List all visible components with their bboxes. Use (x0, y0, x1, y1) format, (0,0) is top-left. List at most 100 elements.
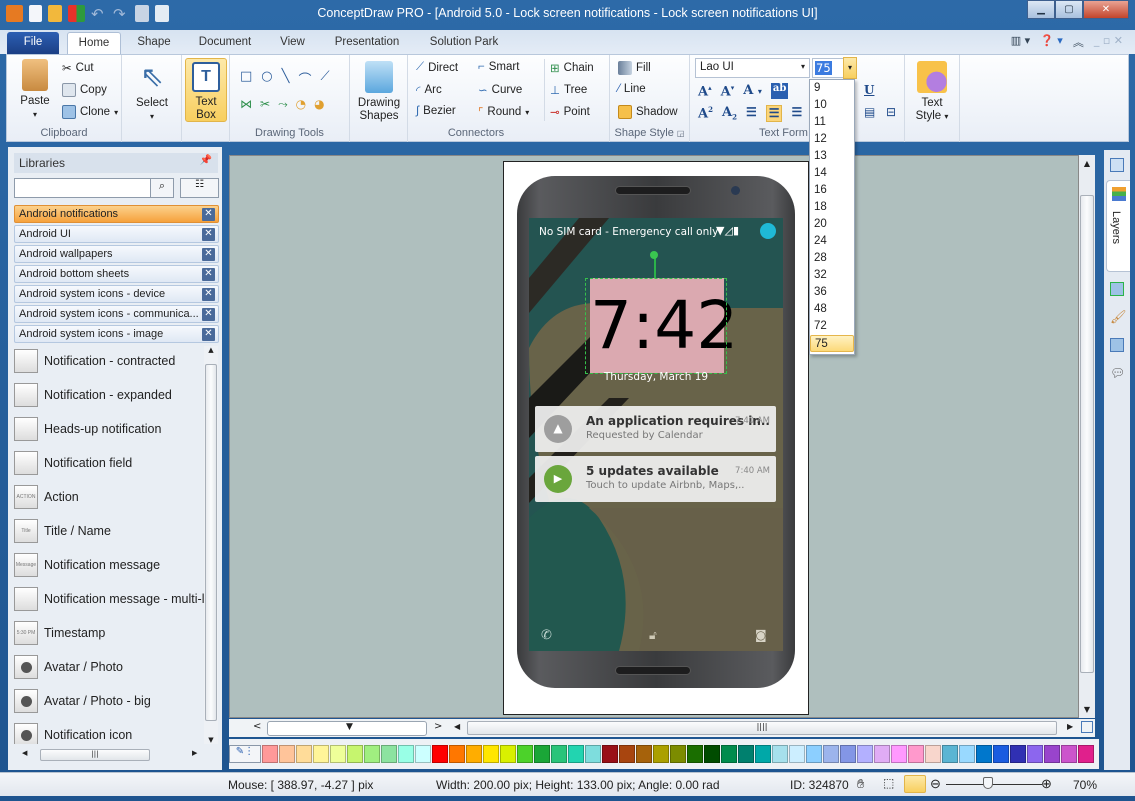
color-swatch[interactable] (551, 745, 567, 763)
fill-picker-icon[interactable]: ✎⋮ (229, 745, 261, 763)
search-button[interactable]: ⌕ (150, 178, 174, 198)
font-size-option[interactable]: 24 (810, 233, 854, 250)
color-swatch[interactable] (704, 745, 720, 763)
shape-list-scrollbar[interactable]: ▲ ▼ (204, 346, 218, 744)
rotation-handle[interactable] (650, 251, 658, 259)
rectangle-tool-icon[interactable]: □ (240, 69, 252, 88)
shape-item[interactable]: Notification field (14, 446, 204, 480)
align-right-icon[interactable]: ☰ (791, 105, 802, 122)
page-select[interactable]: ▼ (267, 721, 427, 736)
format-painter-icon[interactable]: 🖌︎ (1110, 310, 1127, 325)
font-size-dropdown-button[interactable]: ▾ (843, 57, 857, 79)
spline-tool-icon[interactable]: ⋈ (240, 97, 252, 112)
union-tool-icon[interactable]: ◔ (296, 97, 306, 112)
color-swatch[interactable] (636, 745, 652, 763)
dimensions-icon[interactable] (1110, 338, 1124, 352)
color-swatch[interactable] (381, 745, 397, 763)
color-swatch[interactable] (942, 745, 958, 763)
shape-item[interactable]: Avatar / Photo - big (14, 684, 204, 718)
shadow-button[interactable]: Shadow (618, 105, 678, 119)
color-swatch[interactable] (908, 745, 924, 763)
text-style-button[interactable]: Text Style ▾ (909, 61, 955, 123)
canvas-hscroll-thumb[interactable]: |||| (467, 721, 1057, 735)
color-swatch[interactable] (330, 745, 346, 763)
color-swatch[interactable] (1010, 745, 1026, 763)
tree-button[interactable]: ⊥ Tree (550, 83, 587, 97)
color-swatch[interactable] (670, 745, 686, 763)
library-item[interactable]: Android system icons - communica... ✕ (14, 305, 219, 323)
hyperlink-icon[interactable]: 💬︎ (1110, 366, 1125, 380)
color-swatch[interactable] (1061, 745, 1077, 763)
color-swatch[interactable] (449, 745, 465, 763)
scroll-right-icon[interactable]: ▶ (192, 749, 197, 757)
color-swatch[interactable] (874, 745, 890, 763)
font-size-option[interactable]: 72 (810, 318, 854, 335)
scroll-thumb[interactable] (205, 364, 217, 721)
tab-file[interactable]: File (7, 32, 59, 54)
scroll-down-icon[interactable]: ▼ (1079, 705, 1095, 714)
color-swatch[interactable] (1078, 745, 1094, 763)
align-center-icon[interactable]: ☰ (765, 105, 783, 122)
tab-presentation[interactable]: Presentation (327, 32, 407, 54)
font-color-icon[interactable]: A ▾ (743, 83, 762, 99)
unlock-icon[interactable]: 🔓︎ (649, 628, 657, 643)
library-item[interactable]: Android bottom sheets ✕ (14, 265, 219, 283)
combine-tool-icon[interactable]: ◕ (314, 97, 324, 112)
ellipse-tool-icon[interactable]: ○ (261, 69, 272, 88)
bezier-connector-button[interactable]: ∫ Bezier (416, 105, 456, 117)
library-item[interactable]: Android system icons - image ✕ (14, 325, 219, 343)
zoom-out-icon[interactable]: ⊖ (930, 776, 941, 792)
android-phone-shape[interactable]: No SIM card - Emergency call only ▼◿▮ 7:… (517, 176, 795, 688)
shape-item[interactable]: Avatar / Photo (14, 650, 204, 684)
lock-icon[interactable] (1110, 282, 1124, 296)
fit-to-window-button[interactable] (904, 775, 926, 793)
color-swatch[interactable] (755, 745, 771, 763)
shape-list-hscrollbar[interactable]: ◀ ||| ▶ (14, 748, 204, 762)
tab-document[interactable]: Document (190, 32, 260, 54)
font-size-option[interactable]: 36 (810, 284, 854, 301)
subscript-icon[interactable]: A2 (722, 105, 737, 122)
zoom-in-icon[interactable]: ⊕ (1041, 776, 1052, 792)
collapse-ribbon-icon[interactable]: ︽ (1073, 34, 1084, 50)
color-swatch[interactable] (364, 745, 380, 763)
layers-tab[interactable]: Layers (1106, 180, 1130, 272)
color-swatch[interactable] (891, 745, 907, 763)
color-swatch[interactable] (347, 745, 363, 763)
color-swatch[interactable] (721, 745, 737, 763)
dialog-launcher-icon[interactable]: ◲ (677, 129, 685, 138)
shape-item[interactable]: Heads-up notification (14, 412, 204, 446)
color-swatch[interactable] (653, 745, 669, 763)
font-size-option[interactable]: 10 (810, 97, 854, 114)
shape-item[interactable]: Notification message - multi-l (14, 582, 204, 616)
color-swatch[interactable] (1027, 745, 1043, 763)
tab-solution-park[interactable]: Solution Park (420, 32, 508, 54)
tab-view[interactable]: View (270, 32, 315, 54)
clone-button[interactable]: Clone ▾ (62, 105, 118, 119)
drawing-canvas[interactable]: No SIM card - Emergency call only ▼◿▮ 7:… (229, 155, 1079, 718)
next-page-button[interactable]: > (434, 721, 442, 732)
close-library-icon[interactable]: ✕ (202, 328, 215, 341)
smart-connector-button[interactable]: ⌐ Smart (478, 61, 519, 73)
phone-icon[interactable]: ✆ (541, 628, 552, 643)
close-library-icon[interactable]: ✕ (202, 208, 215, 221)
fill-button[interactable]: Fill (618, 61, 651, 75)
close-library-icon[interactable]: ✕ (202, 248, 215, 261)
superscript-icon[interactable]: A2 (698, 105, 713, 122)
color-swatch[interactable] (806, 745, 822, 763)
zoom-slider-track[interactable] (946, 784, 1042, 785)
color-swatch[interactable] (857, 745, 873, 763)
pin-icon[interactable]: 📌 (200, 155, 212, 166)
color-swatch[interactable] (262, 745, 278, 763)
color-swatch[interactable] (279, 745, 295, 763)
notification-card[interactable]: ▶ 5 updates available Touch to update Ai… (535, 456, 776, 502)
align-bottom-icon[interactable]: ▤ (864, 105, 875, 119)
color-swatch[interactable] (840, 745, 856, 763)
arc-connector-button[interactable]: ◜ Arc (416, 83, 442, 97)
point-button[interactable]: ⊸ Point (550, 105, 590, 119)
arc-tool-icon[interactable]: ⌒ (298, 69, 311, 88)
font-family-select[interactable]: Lao UI ▾ (695, 58, 810, 78)
drawing-shapes-button[interactable]: Drawing Shapes (354, 61, 404, 123)
color-swatch[interactable] (1044, 745, 1060, 763)
close-library-icon[interactable]: ✕ (202, 228, 215, 241)
user-avatar-icon[interactable] (760, 223, 776, 239)
